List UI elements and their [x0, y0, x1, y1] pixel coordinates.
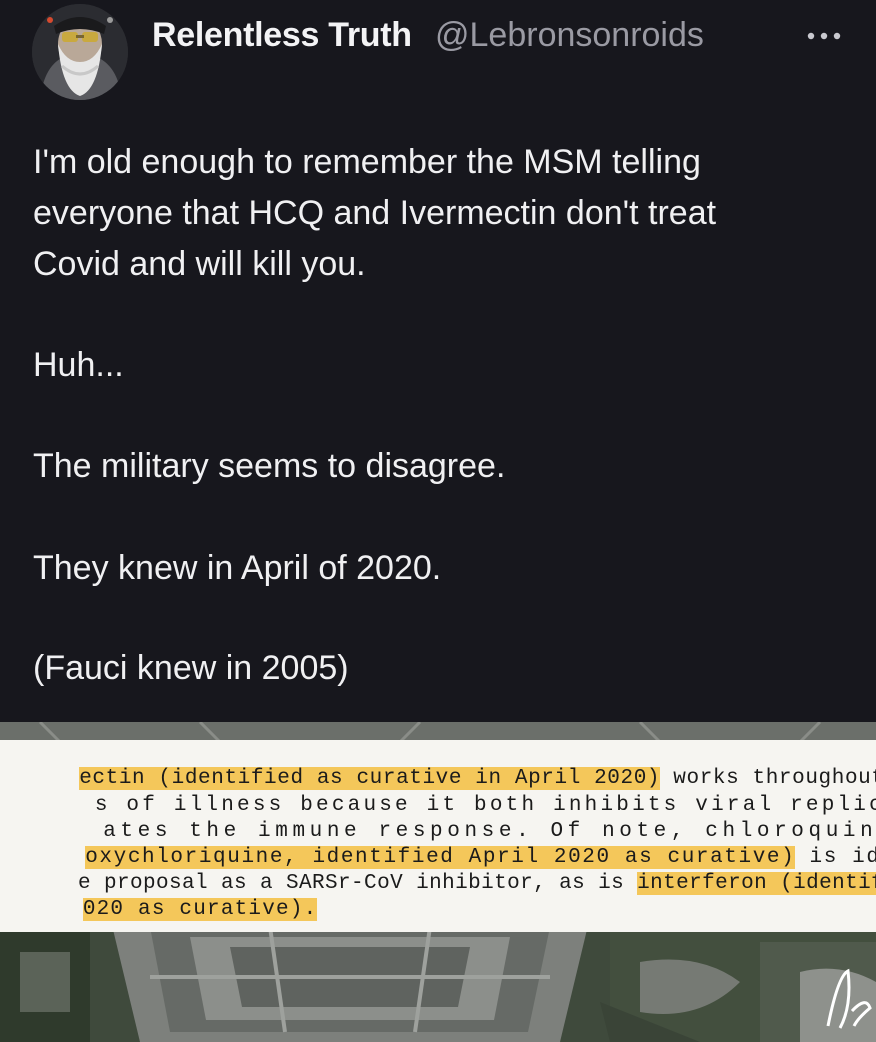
tweet-line: (Fauci knew in 2005) — [33, 649, 349, 687]
tweet-line: Huh... — [33, 346, 124, 384]
bearded-man-avatar-image — [32, 4, 128, 100]
tweet-header: Relentless Truth @Lebronsonroids — [0, 0, 876, 110]
more-horizontal-icon — [807, 32, 841, 40]
user-handle[interactable]: @Lebronsonroids — [435, 16, 704, 55]
more-options-button[interactable] — [796, 18, 852, 54]
tweet-paragraph-3: The military seems to disagree. — [33, 441, 833, 492]
document-highlight: interferon (identifie — [637, 872, 876, 895]
tweet-line: They knew in April of 2020. — [33, 549, 442, 587]
tweet-line: The military seems to disagree. — [33, 447, 506, 485]
tweet-paragraph-2: Huh... — [33, 340, 833, 391]
document-line-6: 020 as curative). — [0, 875, 318, 932]
display-name[interactable]: Relentless Truth — [152, 16, 412, 55]
tweet-line: Covid and will kill you. — [33, 245, 366, 283]
tweet-paragraph-4: They knew in April of 2020. — [33, 543, 833, 594]
tweet-paragraph-1: I'm old enough to remember the MSM telli… — [33, 137, 833, 290]
document-highlight: 020 as curative). — [82, 898, 318, 921]
tweet-media-image[interactable]: ectin (identified as curative in April 2… — [0, 722, 876, 1042]
tweet-paragraph-5: (Fauci knew in 2005) — [33, 643, 833, 694]
tweet-line: everyone that HCQ and Ivermectin don't t… — [33, 194, 717, 232]
highlighted-document-excerpt: ectin (identified as curative in April 2… — [0, 740, 876, 932]
tweet-line: I'm old enough to remember the MSM telli… — [33, 143, 701, 181]
watermark-logo — [826, 968, 872, 1029]
avatar[interactable] — [32, 4, 128, 100]
